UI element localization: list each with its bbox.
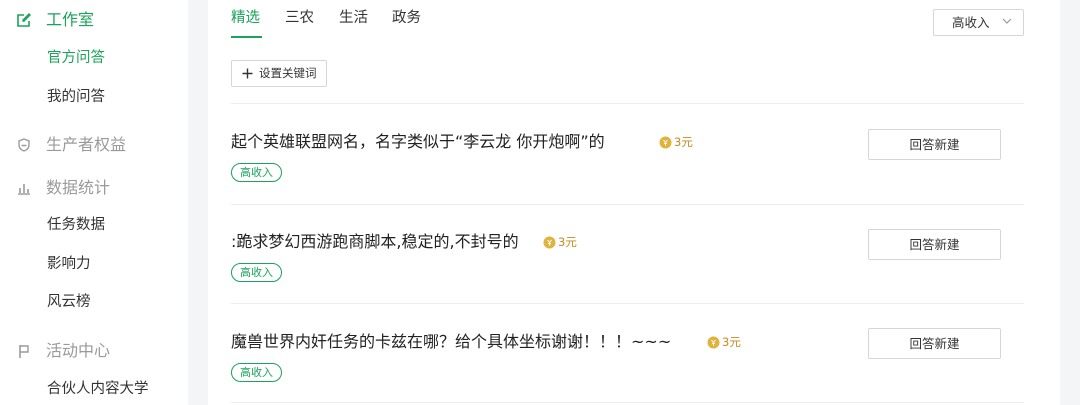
high-income-tag: 高收入 xyxy=(231,263,282,282)
reward-amount: 3元 xyxy=(674,135,693,149)
chevron-down-icon xyxy=(1002,18,1012,24)
sidebar-item-partner-university[interactable]: 合伙人内容大学 xyxy=(47,377,149,401)
answer-create-button[interactable]: 回答新建 xyxy=(868,328,1001,359)
flag-icon xyxy=(19,345,29,358)
high-income-tag: 高收入 xyxy=(231,363,282,382)
sidebar-item-leaderboard[interactable]: 风云榜 xyxy=(47,290,91,314)
reward-badge: 3元 xyxy=(543,234,577,250)
income-filter-select[interactable]: 高收入 xyxy=(933,9,1024,36)
sidebar-group-label: 数据统计 xyxy=(46,178,111,197)
sidebar-item-influence[interactable]: 影响力 xyxy=(47,252,91,276)
sidebar: 工作室 官方问答 我的问答 生产者权益 数据统计 任务数据 影响力 风云榜 活动… xyxy=(0,0,188,405)
divider xyxy=(231,303,1024,304)
tab-life[interactable]: 生活 xyxy=(339,8,368,28)
page: 工作室 官方问答 我的问答 生产者权益 数据统计 任务数据 影响力 风云榜 活动… xyxy=(0,0,1080,405)
sidebar-item-task-data[interactable]: 任务数据 xyxy=(47,213,105,237)
set-keywords-button[interactable]: 设置关键词 xyxy=(231,60,327,87)
high-income-tag: 高收入 xyxy=(231,163,282,182)
answer-create-button[interactable]: 回答新建 xyxy=(868,229,1001,260)
bar-chart-icon xyxy=(18,184,30,195)
tab-agriculture[interactable]: 三农 xyxy=(285,8,314,28)
divider xyxy=(231,402,1024,403)
question-title[interactable]: 起个英雄联盟网名，名字类似于“李云龙 你开炮啊”的 xyxy=(231,131,605,153)
coin-icon xyxy=(707,336,720,348)
sidebar-group-label: 活动中心 xyxy=(46,341,111,360)
question-title[interactable]: 魔兽世界内奸任务的卡兹在哪？给个具体坐标谢谢！！！~~~ xyxy=(231,331,671,353)
sidebar-item-official-qa[interactable]: 官方问答 xyxy=(47,46,105,70)
sidebar-group-activity-center[interactable]: 活动中心 xyxy=(0,336,188,366)
plus-icon xyxy=(242,68,253,79)
filter-selected-value: 高收入 xyxy=(952,15,990,30)
sidebar-group-studio[interactable]: 工作室 xyxy=(0,5,188,35)
reward-amount: 3元 xyxy=(722,335,741,349)
sidebar-group-label: 工作室 xyxy=(46,10,95,29)
set-keywords-label: 设置关键词 xyxy=(259,66,317,80)
coin-icon xyxy=(659,136,672,148)
reward-amount: 3元 xyxy=(558,235,577,249)
divider xyxy=(231,204,1024,205)
main-panel: 精选 三农 生活 政务 高收入 设置关键词 起个英雄联盟网名，名字类似于“李云龙… xyxy=(208,0,1060,405)
sidebar-group-producer-rights[interactable]: 生产者权益 xyxy=(0,130,188,160)
divider xyxy=(231,103,1024,104)
tab-featured[interactable]: 精选 xyxy=(231,8,260,28)
active-tab-indicator xyxy=(231,36,262,38)
tab-government[interactable]: 政务 xyxy=(392,8,421,28)
answer-create-button[interactable]: 回答新建 xyxy=(868,129,1001,160)
edit-square-icon xyxy=(17,13,31,27)
reward-badge: 3元 xyxy=(659,134,693,150)
question-title[interactable]: :跪求梦幻西游跑商脚本,稳定的,不封号的 xyxy=(231,231,519,253)
reward-badge: 3元 xyxy=(707,334,741,350)
sidebar-item-my-qa[interactable]: 我的问答 xyxy=(47,85,105,109)
coin-icon xyxy=(543,236,556,248)
sidebar-group-label: 生产者权益 xyxy=(46,135,127,154)
sidebar-group-statistics[interactable]: 数据统计 xyxy=(0,173,188,203)
shield-icon xyxy=(18,138,30,152)
